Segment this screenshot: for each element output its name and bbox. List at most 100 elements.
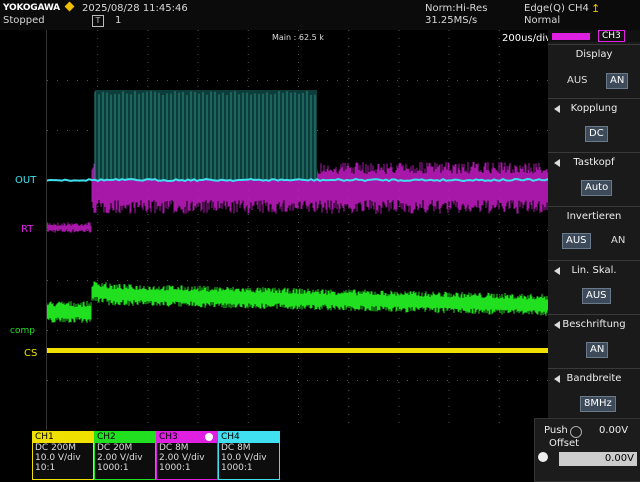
ch1-name: CH1 [33, 432, 93, 443]
grid-dot [457, 330, 458, 331]
menu-tastkopf[interactable]: Tastkopf Auto [548, 152, 640, 203]
grid-dot [197, 342, 199, 343]
grid-dot [147, 30, 149, 31]
grid-dot [298, 222, 299, 223]
grid-dot [97, 246, 99, 247]
grid-dot [257, 280, 258, 281]
grid-dot [348, 318, 350, 319]
display-on-option[interactable]: AN [606, 73, 629, 89]
grid-dot [537, 230, 538, 231]
ch4-ratio: 1000:1 [221, 463, 253, 473]
ch3-name: CH3 [159, 432, 178, 442]
channel-box-ch4[interactable]: CH4 DC 8M 10.0 V/div 1000:1 [218, 431, 280, 480]
menu-invertieren[interactable]: Invertieren AUS AN [548, 206, 640, 257]
radio-icon[interactable] [538, 452, 548, 462]
push-label: Push [544, 425, 568, 436]
menu-header: CH3 [548, 30, 640, 42]
grid-dot [517, 330, 518, 331]
grid-dot [398, 30, 400, 31]
lin-skal-value[interactable]: AUS [582, 288, 611, 304]
grid-dot [97, 358, 99, 359]
grid-dot [448, 222, 450, 223]
grid-dot [307, 80, 308, 81]
tastkopf-value[interactable]: Auto [581, 180, 613, 196]
grid-dot [457, 130, 458, 131]
channel-box-ch1[interactable]: CH1 DC 200M 10.0 V/div 10:1 [32, 431, 94, 480]
grid-dot [47, 130, 48, 131]
grid-dot [157, 280, 158, 281]
grid-dot [127, 330, 128, 331]
grid-dot [347, 280, 348, 281]
grid-dot [537, 330, 538, 331]
invertieren-off-option[interactable]: AUS [562, 233, 591, 249]
grid-dot [147, 214, 149, 215]
grid-dot [448, 310, 450, 311]
grid-dot [397, 380, 398, 381]
grid-dot [247, 318, 249, 319]
grid-dot [537, 380, 538, 381]
grid-dot [127, 380, 128, 381]
channel-box-ch3[interactable]: CH3 DC 8M 2.00 V/div 1000:1 [156, 431, 218, 480]
ch4-vdiv: 10.0 V/div [221, 453, 267, 463]
channel-tab[interactable]: CH3 [598, 30, 625, 42]
beschriftung-value[interactable]: AN [586, 342, 609, 358]
grid-dot [197, 318, 199, 319]
ch3-header: CH3 [157, 432, 217, 443]
menu-display[interactable]: Display AUS AN [548, 44, 640, 95]
grid-dot [67, 380, 68, 381]
grid-dot [298, 86, 299, 87]
grid-dot [357, 380, 358, 381]
grid-dot [247, 422, 249, 423]
grid-dot [467, 130, 468, 131]
grid-dot [348, 262, 350, 263]
grid-dot [377, 230, 378, 231]
invertieren-on-option[interactable]: AN [608, 234, 628, 248]
grid-dot [398, 222, 400, 223]
offset-input[interactable]: 0.00V [559, 452, 637, 466]
display-off-option[interactable]: AUS [564, 74, 591, 88]
grid-dot [217, 230, 218, 231]
grid-dot [77, 380, 78, 381]
grid-dot [267, 380, 268, 381]
grid-dot [448, 78, 450, 79]
menu-beschriftung[interactable]: Beschriftung AN [548, 314, 640, 365]
grid-dot [197, 86, 199, 87]
selected-icon [205, 433, 213, 441]
grid-dot [177, 280, 178, 281]
waveform-display[interactable]: Main : 62.5 k 200us/div [46, 30, 551, 430]
channel-box-ch2[interactable]: CH2 DC 20M 2.00 V/div 1000:1 [94, 431, 156, 480]
menu-bandbreite[interactable]: Bandbreite 8MHz [548, 368, 640, 419]
grid-dot [217, 330, 218, 331]
grid-dot [237, 280, 238, 281]
grid-dot [498, 246, 500, 247]
bandbreite-value[interactable]: 8MHz [580, 396, 616, 412]
grid-dot [298, 374, 299, 375]
grid-dot [397, 80, 398, 81]
grid-dot [97, 80, 98, 81]
grid-dot [227, 380, 228, 381]
offset-label: Offset [549, 438, 580, 449]
grid-dot [147, 38, 149, 39]
grid-dot [298, 342, 299, 343]
grid-dot [247, 330, 248, 331]
grid-dot [347, 130, 348, 131]
grid-dot [377, 280, 378, 281]
grid-dot [498, 214, 500, 215]
ch1-vdiv: 10.0 V/div [35, 453, 81, 463]
grid-dot [348, 230, 350, 231]
menu-lin-skal[interactable]: Lin. Skal. AUS [548, 260, 640, 311]
grid-dot [247, 86, 249, 87]
grid-dot [348, 158, 350, 159]
offset-panel[interactable]: Push Offset 0.00V 0.00V [534, 418, 640, 482]
status-bar: YOKOGAWA Stopped 2025/08/28 11:45:46 T 1… [0, 0, 640, 30]
menu-kopplung[interactable]: Kopplung DC [548, 98, 640, 149]
grid-dot [448, 390, 450, 391]
grid-dot [97, 302, 99, 303]
grid-dot [448, 326, 450, 327]
kopplung-value[interactable]: DC [585, 126, 608, 142]
grid-dot [398, 86, 400, 87]
grid-dot [417, 230, 418, 231]
grid-dot [527, 130, 528, 131]
grid-dot [348, 246, 350, 247]
grid-dot [147, 262, 149, 263]
